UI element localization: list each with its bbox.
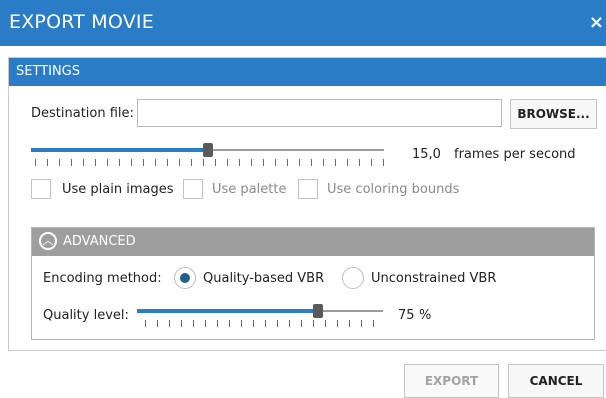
title-bar: EXPORT MOVIE × <box>0 0 606 46</box>
cancel-button[interactable]: CANCEL <box>508 364 604 398</box>
quality-slider-thumb[interactable] <box>313 304 323 318</box>
fps-unit: frames per second <box>454 147 576 162</box>
encoding-method-label: Encoding method: <box>43 271 162 286</box>
export-movie-dialog: EXPORT MOVIE × SETTINGS Destination file… <box>0 0 606 398</box>
use-coloring-bounds-label: Use coloring bounds <box>327 182 460 197</box>
fps-slider-fill <box>31 148 206 152</box>
quality-value: 75 <box>398 308 415 323</box>
use-plain-images-checkbox[interactable] <box>31 179 51 199</box>
dialog-title: EXPORT MOVIE <box>9 11 154 33</box>
quality-slider-track <box>315 310 383 312</box>
quality-slider[interactable] <box>137 304 387 328</box>
close-icon[interactable]: × <box>589 12 604 33</box>
unconstrained-vbr-label: Unconstrained VBR <box>371 271 497 286</box>
quality-based-vbr-radio[interactable] <box>174 267 196 289</box>
settings-header: SETTINGS <box>9 58 606 86</box>
radio-selected-dot <box>180 273 190 283</box>
settings-title: SETTINGS <box>16 64 81 79</box>
destination-file-input[interactable] <box>137 99 502 127</box>
fps-slider-track <box>206 149 384 151</box>
use-coloring-bounds-checkbox[interactable] <box>298 179 318 199</box>
fps-slider-ticks <box>35 159 393 166</box>
fps-value: 15,0 <box>412 147 441 162</box>
unconstrained-vbr-radio[interactable] <box>342 267 364 289</box>
use-plain-images-label: Use plain images <box>62 182 174 197</box>
quality-slider-fill <box>137 309 315 313</box>
use-palette-checkbox[interactable] <box>183 179 203 199</box>
export-button[interactable]: EXPORT <box>404 364 499 398</box>
use-palette-label: Use palette <box>212 182 287 197</box>
quality-level-label: Quality level: <box>43 308 129 323</box>
fps-slider[interactable] <box>31 143 401 167</box>
advanced-header[interactable]: ︿ ADVANCED <box>32 228 594 256</box>
destination-label: Destination file: <box>31 106 134 121</box>
fps-slider-thumb[interactable] <box>203 143 213 157</box>
chevron-up-icon[interactable]: ︿ <box>39 232 57 250</box>
quality-unit: % <box>419 308 432 323</box>
advanced-title: ADVANCED <box>63 234 136 249</box>
browse-button[interactable]: BROWSE... <box>510 99 597 129</box>
quality-slider-ticks <box>145 320 385 327</box>
quality-based-vbr-label: Quality-based VBR <box>203 271 325 286</box>
